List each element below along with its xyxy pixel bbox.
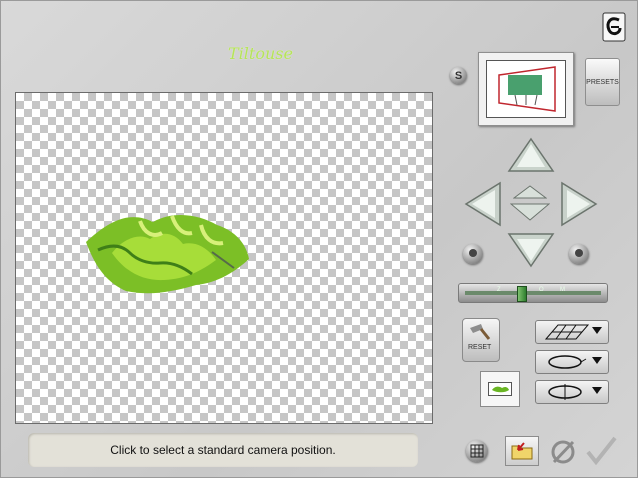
zoom-slider-label-m: M bbox=[560, 287, 565, 293]
object-thumbnail-button[interactable] bbox=[480, 371, 520, 407]
zoom-slider[interactable]: Z O M bbox=[458, 283, 608, 303]
rotate-mode-dropdown[interactable] bbox=[535, 380, 609, 404]
check-icon bbox=[586, 436, 617, 466]
chevron-down-icon bbox=[592, 387, 602, 394]
logo-icon bbox=[602, 12, 626, 42]
camera-preview[interactable] bbox=[478, 52, 574, 126]
chevron-down-icon bbox=[592, 357, 602, 364]
grid-button[interactable] bbox=[466, 440, 488, 462]
reset-label: RESET bbox=[468, 344, 492, 351]
rotate-right-button[interactable] bbox=[569, 244, 589, 264]
chevron-down-icon bbox=[592, 327, 602, 334]
rotate-right-icon bbox=[575, 249, 583, 257]
window-title: Tiltouse bbox=[228, 44, 293, 63]
foliage-thumbnail-icon bbox=[488, 382, 512, 396]
cancel-icon bbox=[551, 440, 575, 464]
s-button[interactable]: S bbox=[450, 67, 467, 84]
arrow-left-button[interactable] bbox=[464, 181, 504, 227]
status-bar: Click to select a standard camera positi… bbox=[28, 433, 418, 467]
zoom-slider-track bbox=[465, 291, 601, 295]
presets-label: PRESETS bbox=[586, 78, 619, 86]
arrow-right-button[interactable] bbox=[558, 181, 598, 227]
preview-image bbox=[486, 60, 566, 118]
orbit-icon bbox=[548, 355, 587, 369]
rotate-left-icon bbox=[469, 249, 477, 257]
rotate-axis-icon bbox=[548, 384, 582, 400]
reset-button[interactable]: RESET bbox=[462, 318, 500, 362]
orbit-mode-dropdown[interactable] bbox=[535, 350, 609, 374]
folder-button[interactable] bbox=[505, 436, 539, 466]
grid-plane-icon bbox=[544, 324, 590, 340]
foliage-object bbox=[86, 214, 249, 294]
presets-button[interactable]: PRESETS bbox=[585, 58, 620, 106]
s-label: S bbox=[454, 69, 463, 82]
zoom-slider-thumb[interactable] bbox=[517, 286, 527, 302]
transparent-canvas[interactable] bbox=[15, 92, 433, 424]
ok-button[interactable] bbox=[584, 435, 620, 467]
small-down-button[interactable] bbox=[509, 203, 551, 221]
folder-icon bbox=[511, 442, 533, 460]
grid-mode-dropdown[interactable] bbox=[535, 320, 609, 344]
status-text: Click to select a standard camera positi… bbox=[110, 443, 336, 457]
grid-icon bbox=[470, 444, 484, 458]
cancel-button[interactable] bbox=[548, 437, 578, 467]
arrow-up-button[interactable] bbox=[506, 137, 556, 173]
zoom-slider-label-z: Z bbox=[497, 287, 501, 293]
arrow-down-button[interactable] bbox=[506, 232, 556, 268]
zoom-slider-label-o: O bbox=[539, 287, 544, 293]
hammer-icon bbox=[470, 324, 491, 340]
rotate-left-button[interactable] bbox=[463, 244, 483, 264]
small-up-button[interactable] bbox=[512, 185, 548, 199]
